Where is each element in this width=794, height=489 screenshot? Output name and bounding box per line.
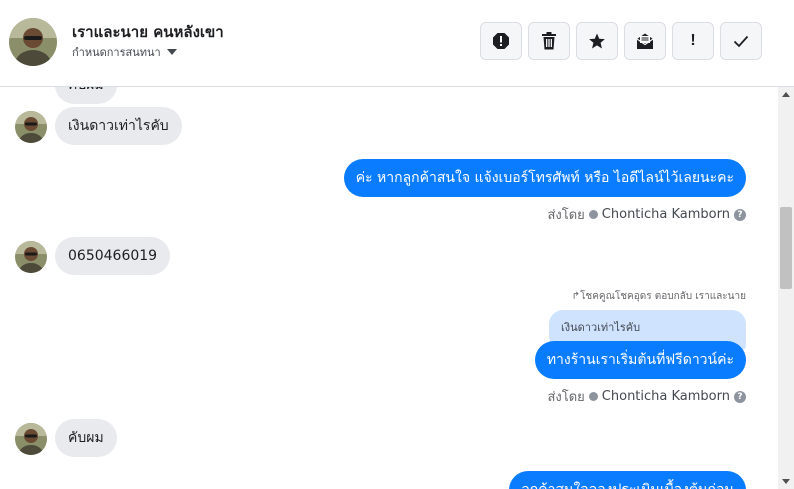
spam-button[interactable]: ! <box>672 22 714 60</box>
sent-by-prefix: ส่งโดย <box>547 208 585 223</box>
help-icon[interactable]: ? <box>734 208 746 221</box>
thread-scrollbar[interactable] <box>778 87 794 489</box>
incoming-message: 0650466019 <box>55 237 171 275</box>
sent-by-label: ส่งโดย Chonticha Kamborn ? <box>547 204 746 225</box>
outgoing-message: ค่ะ หากลูกค้าสนใจ แจ้งเบอร์โทรศัพท์ หรือ… <box>343 159 746 197</box>
contact-avatar[interactable] <box>9 18 57 66</box>
reply-arrow-icon: ↱ <box>571 291 581 302</box>
mail-icon <box>636 33 654 49</box>
message-thread[interactable]: คับผม เงินดาวเท่าไรคับ ค่ะ หากลูกค้าสนใจ… <box>0 87 778 489</box>
check-icon <box>733 35 749 48</box>
contact-avatar-small <box>15 423 47 455</box>
sender-name: Chonticha Kamborn <box>601 207 730 222</box>
mark-done-button[interactable] <box>720 22 762 60</box>
outgoing-message: ทางร้านเราเริ่มต้นที่ฟรีดาวน์ค่ะ <box>534 341 746 379</box>
star-button[interactable] <box>576 22 618 60</box>
report-button[interactable] <box>480 22 522 60</box>
scroll-up-arrow-icon[interactable] <box>782 92 790 97</box>
delete-button[interactable] <box>528 22 570 60</box>
assign-label: กำหนดการสนทนา <box>72 46 161 59</box>
incoming-message: คับผม <box>55 419 117 457</box>
help-icon[interactable]: ? <box>734 390 746 403</box>
incoming-message: เงินดาวเท่าไรคับ <box>55 107 182 145</box>
sent-by-prefix: ส่งโดย <box>547 390 585 405</box>
contact-avatar-small <box>15 111 47 143</box>
scrollbar-thumb[interactable] <box>780 207 792 289</box>
conversation-header: เราและนาย คนหลังเขา กำหนดการสนทนา ! <box>0 0 794 87</box>
exclamation-icon: ! <box>690 32 696 49</box>
caret-down-icon <box>166 49 177 55</box>
trash-icon <box>542 32 556 50</box>
conversation-actions: ! <box>480 22 762 60</box>
assign-conversation-dropdown[interactable]: กำหนดการสนทนา <box>72 43 177 61</box>
reply-note: ↱โชคคูณโชคอุดร ตอบกลับ เราและนาย <box>571 291 746 302</box>
contact-avatar-small <box>15 241 47 273</box>
page-icon <box>588 210 598 219</box>
star-icon <box>589 33 605 49</box>
sent-by-label: ส่งโดย Chonticha Kamborn ? <box>547 386 746 407</box>
incoming-message: คับผม <box>55 87 117 104</box>
alert-icon <box>493 33 509 49</box>
outgoing-message: ลูกค้าสนใจลองประเมินเบื้องต้นก่อน <box>509 471 746 489</box>
page-icon <box>588 392 598 401</box>
mark-unread-button[interactable] <box>624 22 666 60</box>
sender-name: Chonticha Kamborn <box>601 389 730 404</box>
scroll-down-arrow-icon[interactable] <box>782 479 790 484</box>
contact-name[interactable]: เราและนาย คนหลังเขา <box>72 20 224 44</box>
